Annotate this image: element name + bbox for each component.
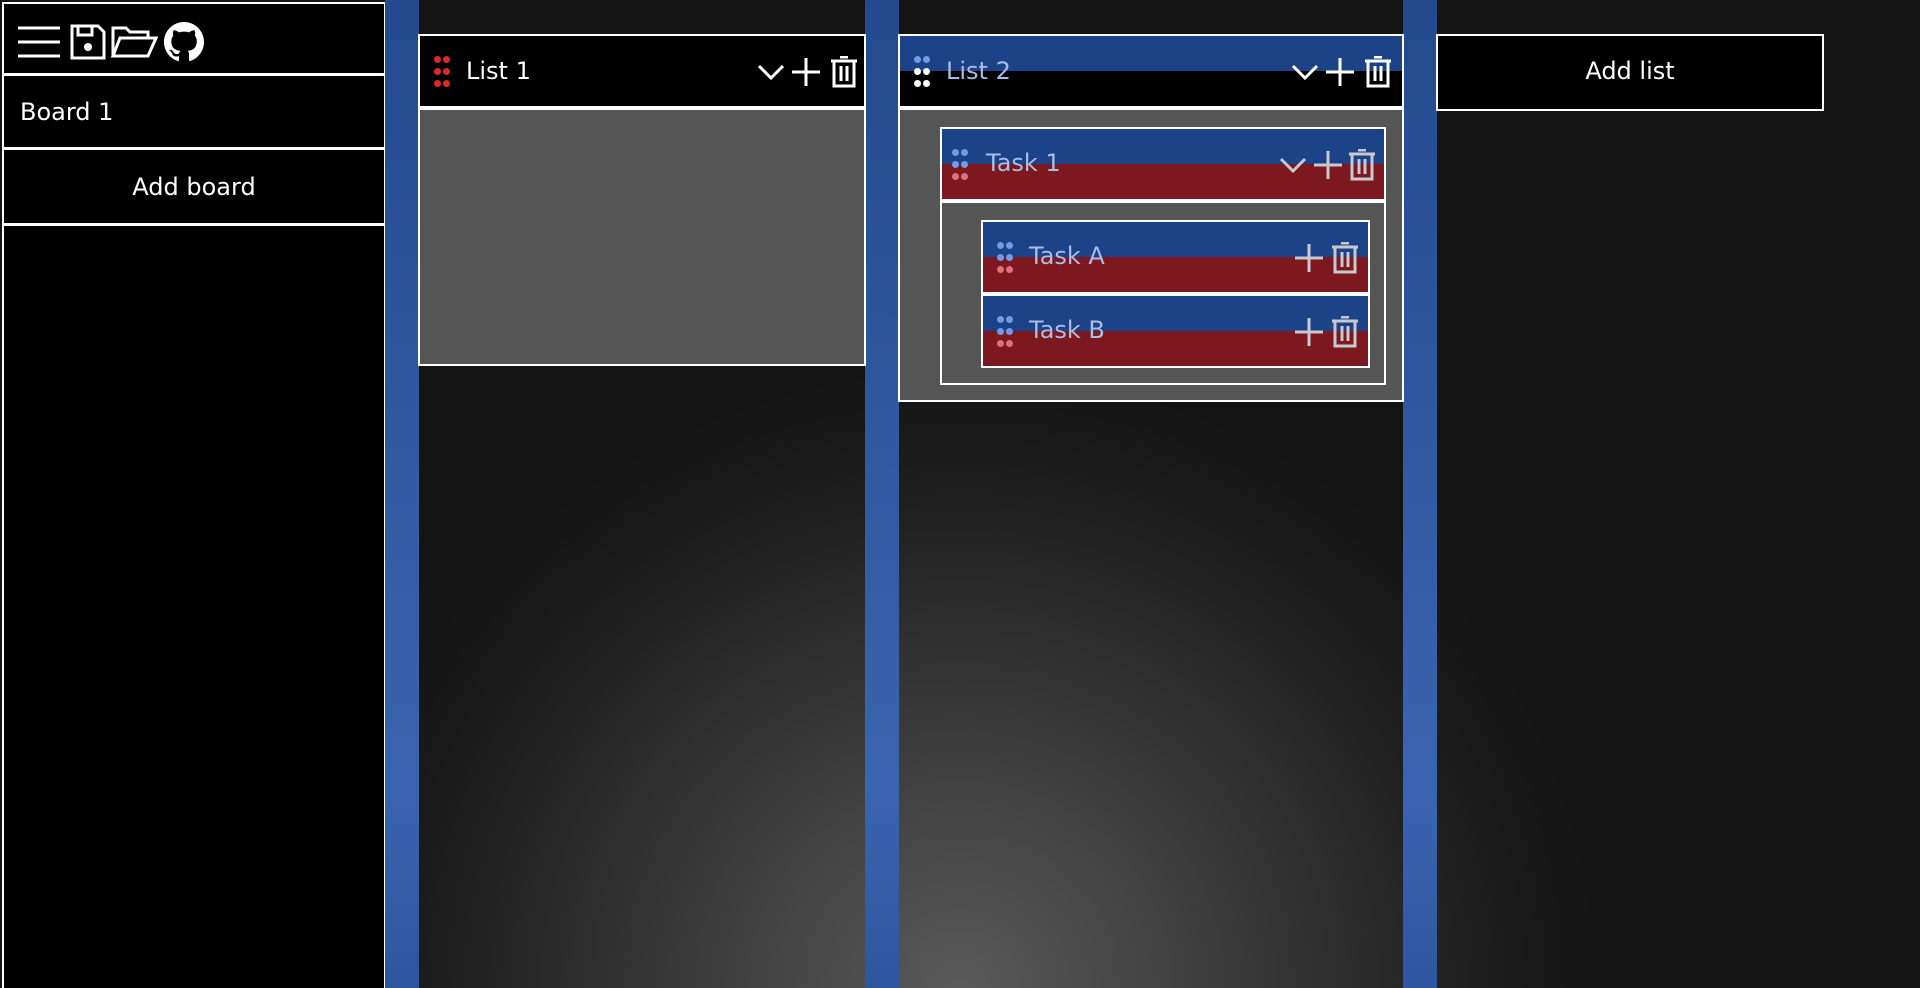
trash-icon[interactable] (1331, 315, 1359, 352)
add-subtask-icon[interactable] (1293, 242, 1325, 278)
add-task-icon[interactable] (1324, 56, 1356, 92)
drag-handle-icon[interactable] (997, 242, 1013, 274)
trash-icon[interactable] (830, 55, 858, 92)
drag-handle-icon[interactable] (952, 149, 968, 181)
chevron-down-icon[interactable] (1290, 60, 1320, 88)
subtask-title[interactable]: Task A (1029, 242, 1105, 270)
board-item[interactable]: Board 1 (4, 78, 384, 150)
chevron-down-icon[interactable] (1278, 153, 1308, 181)
subtask-header[interactable]: Task B (981, 294, 1370, 368)
drop-zone-strip[interactable] (1403, 0, 1437, 988)
subtask-title[interactable]: Task B (1029, 316, 1105, 344)
drop-zone-strip[interactable] (865, 0, 899, 988)
trash-icon[interactable] (1331, 241, 1359, 278)
drag-handle-icon[interactable] (997, 316, 1013, 348)
add-subtask-icon[interactable] (1293, 316, 1325, 352)
chevron-down-icon[interactable] (756, 60, 786, 88)
add-task-icon[interactable] (790, 56, 822, 92)
list-body[interactable] (418, 108, 866, 366)
task-title[interactable]: Task 1 (986, 149, 1061, 177)
save-icon[interactable] (68, 22, 112, 62)
list-header[interactable]: List 2 (898, 34, 1404, 108)
drag-handle-icon[interactable] (434, 56, 450, 88)
github-icon[interactable] (164, 22, 208, 62)
list-title[interactable]: List 1 (466, 57, 531, 85)
list-title[interactable]: List 2 (946, 57, 1011, 85)
add-subtask-icon[interactable] (1312, 149, 1344, 185)
add-list-label: Add list (1585, 57, 1675, 85)
trash-icon[interactable] (1348, 148, 1376, 185)
drag-handle-icon[interactable] (914, 56, 930, 88)
add-board-button[interactable]: Add board (4, 152, 384, 226)
board-item-label: Board 1 (20, 98, 114, 126)
list-header[interactable]: List 1 (418, 34, 866, 108)
add-list-button[interactable]: Add list (1436, 34, 1824, 111)
sidebar: Board 1 Add board (2, 2, 386, 988)
menu-icon[interactable] (16, 22, 60, 62)
toolbar (4, 4, 384, 76)
trash-icon[interactable] (1364, 55, 1392, 92)
drop-zone-strip[interactable] (385, 0, 419, 988)
subtask-header[interactable]: Task A (981, 220, 1370, 294)
task-header[interactable]: Task 1 (940, 127, 1386, 201)
add-board-label: Add board (132, 173, 256, 201)
folder-open-icon[interactable] (110, 22, 159, 62)
